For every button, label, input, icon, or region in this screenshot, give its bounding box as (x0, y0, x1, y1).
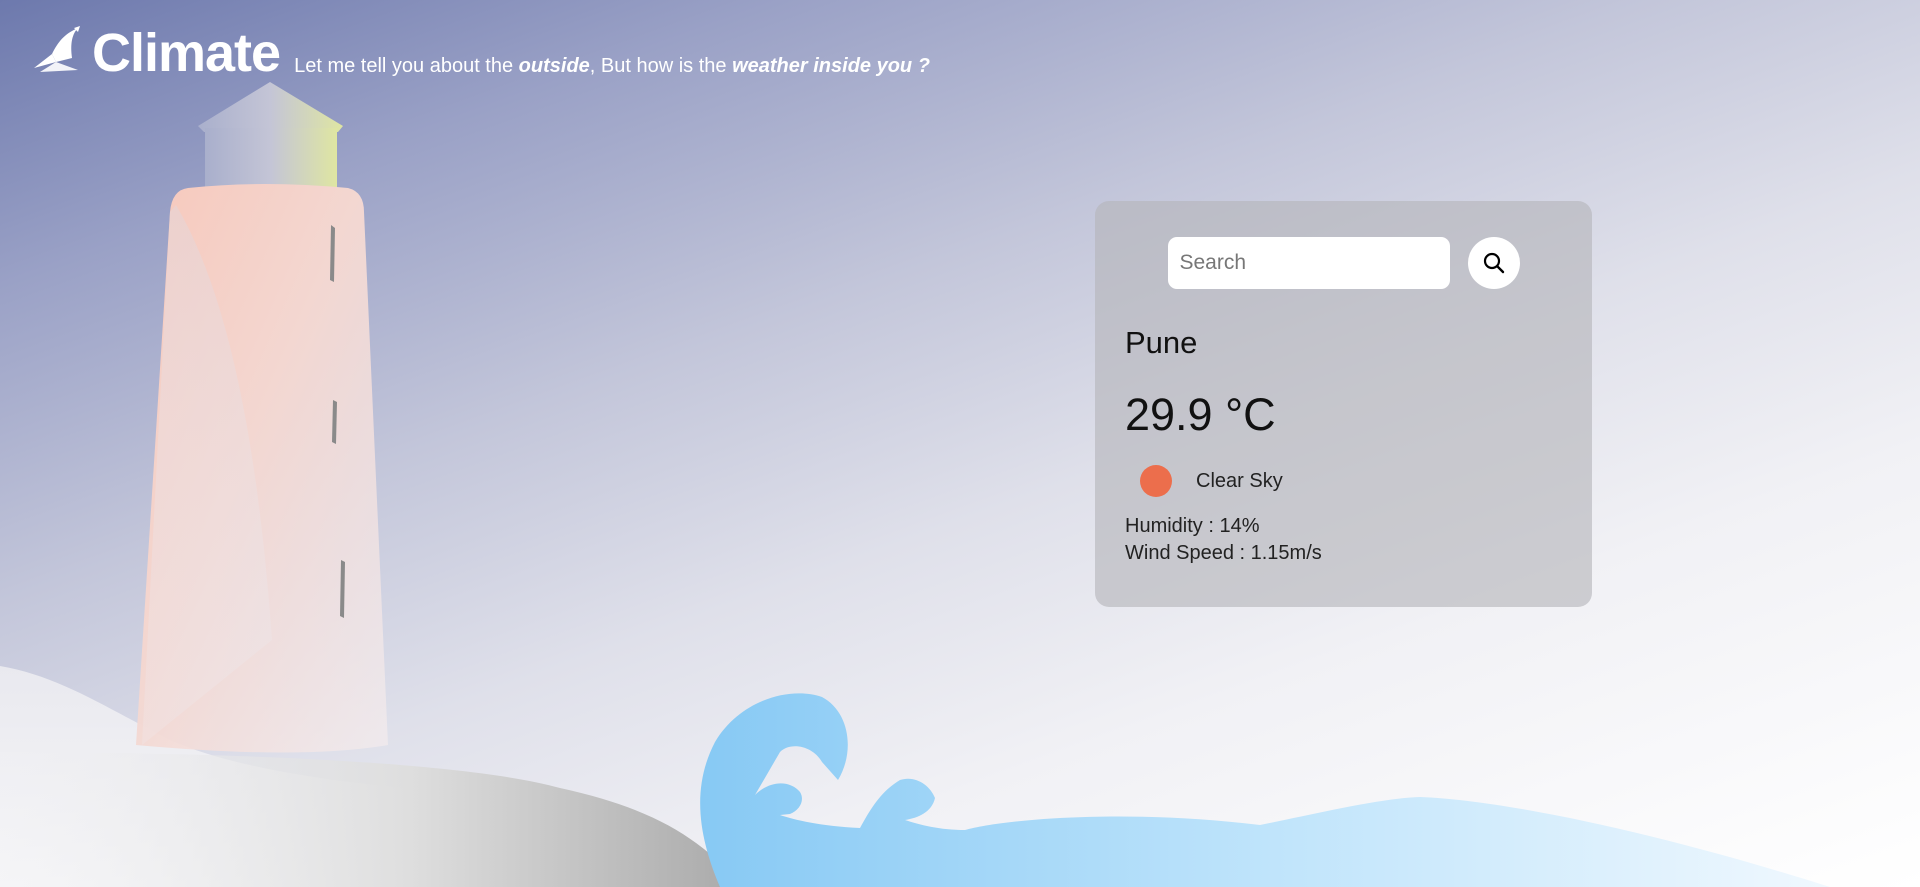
tagline-text-1: Let me tell you about the (294, 55, 519, 77)
rock-shape (0, 752, 745, 887)
brand-name: Climate (92, 23, 281, 83)
search-button[interactable] (1467, 237, 1520, 289)
weather-description: Clear Sky (1196, 469, 1283, 492)
background-illustration (0, 82, 1830, 887)
weather-metrics: Humidity : 14% Wind Speed : 1.15m/s (1125, 513, 1562, 567)
wave-illustration (700, 693, 1830, 887)
search-icon (1483, 252, 1504, 274)
tagline-emphasis-outside: outside (518, 55, 590, 77)
city-name: Pune (1125, 325, 1198, 360)
temperature-value: 29.9 °C (1125, 389, 1276, 440)
tagline-emphasis-inside: weather inside you ? (732, 55, 930, 77)
sun-icon (1140, 465, 1172, 497)
weather-description-row: Clear Sky (1125, 465, 1562, 497)
app-header: Climate Let me tell you about the outsid… (30, 24, 930, 80)
tagline-text-2: , But how is the (589, 55, 733, 77)
lighthouse-illustration (136, 82, 388, 753)
weather-card: Pune 29.9 °C Clear Sky Humidity : 14% Wi… (1095, 201, 1592, 607)
tagline: Let me tell you about the outside, But h… (294, 55, 930, 78)
humidity-value: Humidity : 14% (1125, 515, 1260, 537)
search-bar (1125, 237, 1562, 289)
wind-speed-value: Wind Speed : 1.15m/s (1125, 542, 1322, 564)
search-input[interactable] (1167, 237, 1450, 289)
paper-boat-icon (34, 26, 80, 72)
weather-app-scene: Climate Let me tell you about the outsid… (0, 0, 1920, 887)
